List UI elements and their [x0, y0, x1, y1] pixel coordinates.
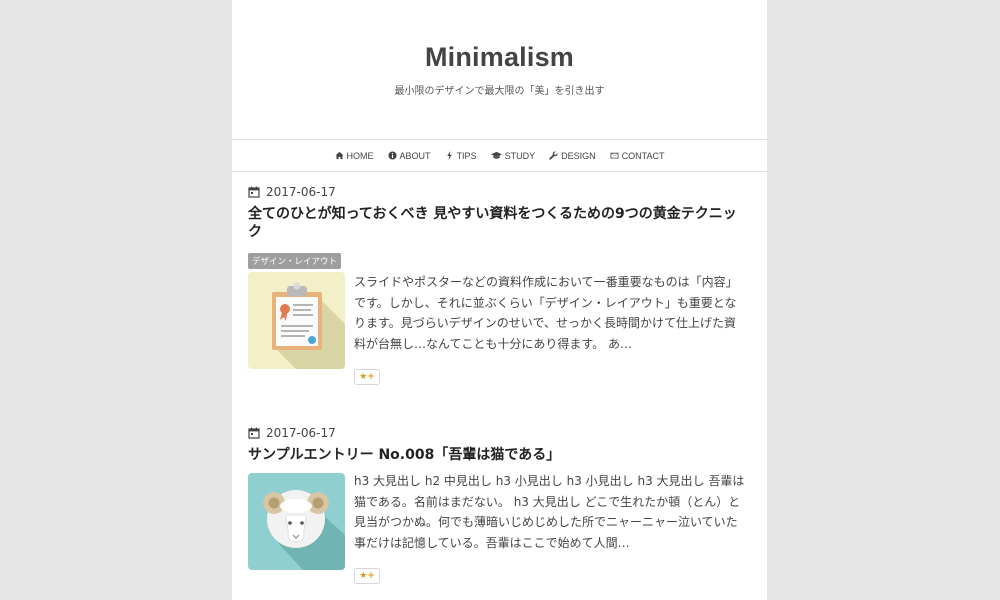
post-date-row: 2017-06-17 — [248, 426, 748, 440]
page-container: Minimalism 最小限のデザインで最大限の「美」を引き出す HOME AB… — [232, 0, 767, 600]
hatena-label: ★+ — [359, 372, 375, 382]
calendar-icon — [248, 186, 260, 198]
envelope-icon — [610, 152, 619, 159]
nav-item-home[interactable]: HOME — [334, 150, 374, 161]
nav-label: TIPS — [456, 150, 477, 161]
post-excerpt: h3 大見出し h2 中見出し h3 小見出し h3 小見出し h3 大見出し … — [354, 474, 745, 550]
ram-icon — [263, 490, 345, 570]
hatena-bookmark-button[interactable]: ★+ — [354, 369, 380, 385]
nav-item-contact[interactable]: CONTACT — [610, 150, 665, 161]
nav-item-tips[interactable]: TIPS — [445, 151, 477, 161]
category-badge[interactable]: デザイン・レイアウト — [248, 253, 342, 269]
nav-label: CONTACT — [621, 150, 665, 161]
post-title[interactable]: サンプルエントリー No.008「吾輩は猫である」 — [248, 446, 748, 464]
nav-item-study[interactable]: STUDY — [490, 150, 536, 161]
hatena-bookmark-button[interactable]: ★+ — [354, 568, 380, 584]
nav-label: HOME — [346, 150, 374, 161]
post-title[interactable]: 全てのひとが知っておくべき 見やすい資料をつくるための9つの黄金テクニック — [248, 205, 748, 241]
graduation-cap-icon — [490, 151, 502, 159]
nav-label: ABOUT — [399, 150, 431, 161]
home-icon — [334, 151, 344, 160]
post-card: 2017-06-17 サンプルエントリー No.008「吾輩は猫である」 h3 … — [248, 426, 748, 600]
post-excerpt: スライドやポスターなどの資料作成において一番重要なものは「内容」です。しかし、そ… — [354, 275, 738, 351]
nav-label: STUDY — [504, 150, 536, 161]
bolt-icon — [446, 151, 452, 160]
calendar-icon — [248, 427, 260, 439]
post-date: 2017-06-17 — [266, 426, 336, 440]
post-thumbnail[interactable] — [248, 473, 345, 570]
post-date-row: 2017-06-17 — [248, 185, 748, 199]
hatena-label: ★+ — [359, 571, 375, 581]
site-title[interactable]: Minimalism — [425, 42, 574, 73]
info-icon — [387, 151, 397, 160]
site-description: 最小限のデザインで最大限の「美」を引き出す — [394, 86, 605, 97]
nav-item-about[interactable]: ABOUT — [387, 150, 431, 161]
post-card: 2017-06-17 全てのひとが知っておくべき 見やすい資料をつくるための9つ… — [248, 185, 748, 385]
post-date: 2017-06-17 — [266, 185, 336, 199]
nav-label: DESIGN — [561, 150, 596, 161]
nav-item-design[interactable]: DESIGN — [549, 151, 596, 161]
wrench-icon — [549, 151, 558, 160]
site-header: Minimalism 最小限のデザインで最大限の「美」を引き出す — [232, 0, 767, 140]
clipboard-document-icon — [272, 282, 345, 369]
main-nav: HOME ABOUT TIPS STUDY DESIGN CONTACT — [232, 140, 767, 172]
post-thumbnail[interactable] — [248, 272, 345, 369]
